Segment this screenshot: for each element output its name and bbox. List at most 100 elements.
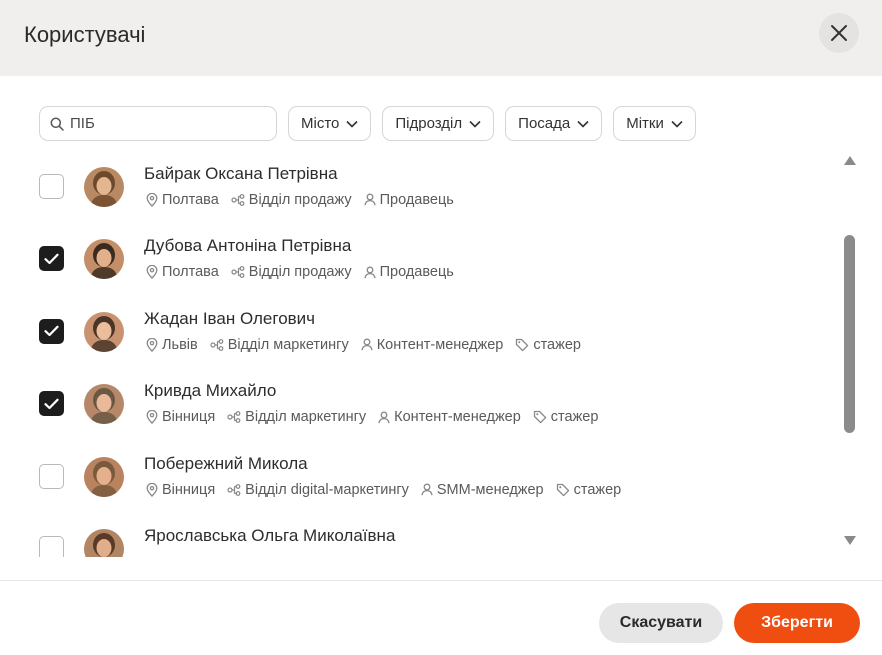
user-tag-label: стажер [533,336,581,353]
user-department-label: Відділ продажу [248,264,352,280]
position-icon [361,338,373,351]
user-row[interactable]: Байрак Оксана Петрівна Полтава Відділ прод… [0,149,835,222]
user-name: Дубова Антоніна Петрівна [144,236,352,255]
user-tag-label: стажер [550,409,599,425]
user-department: Відділ digital-маркетингу [227,482,409,498]
user-position-label: Контент-менеджер [376,336,504,353]
user-department-label: Відділ маркетингу [245,409,367,425]
avatar [84,166,124,207]
user-city-label: Вінниця [162,409,216,425]
close-button[interactable] [819,13,859,53]
location-pin-icon [146,337,158,352]
user-checkbox[interactable] [39,463,64,489]
user-meta: Вінниця Відділ digital-маркетингу SMM-мене… [146,482,633,498]
dialog-title: Користувачі [24,22,146,47]
avatar-photo [84,384,124,424]
department-filter-label: Підрозділ [395,115,463,132]
user-row[interactable]: ТернопільВідділ продажуПродавець [0,141,835,149]
user-position-label: Продавець [379,191,454,208]
tags-filter-dropdown[interactable]: Мітки [613,106,696,141]
user-checkbox[interactable] [39,391,64,416]
user-position-label: Продавець [379,264,454,280]
avatar [84,456,124,497]
user-department: Відділ маркетингу [210,337,349,353]
filters-bar: Місто Підрозділ Посада Мітки [39,106,696,141]
user-meta: Львів Відділ маркетингу Контент-менеджер ст… [146,337,593,353]
department-icon [231,193,245,206]
position-icon [421,483,433,496]
location-pin-icon [146,265,158,279]
user-meta: Вінниця Відділ маркетингу Контент-менеджер… [146,409,610,425]
location-pin-icon [146,192,158,207]
user-department: Відділ маркетингу [227,409,366,425]
user-row[interactable]: Дубова Антоніна Петрівна Полтава Відділ пр… [0,221,835,294]
user-department: Відділ продажу [231,264,352,280]
user-name: Кривда Михайло [144,381,277,400]
user-city-label: Вінниця [162,481,216,498]
user-checkbox[interactable] [39,173,64,199]
user-department: Відділ продажу [231,192,352,208]
department-icon [231,266,245,278]
user-city-label: Полтава [162,191,219,208]
user-department-label: Відділ digital-маркетингу [245,481,409,498]
position-icon [363,193,376,206]
department-icon [227,483,241,496]
cancel-button[interactable]: Скасувати [599,603,723,643]
user-position-label: Контент-менеджер [394,409,521,425]
chevron-down-icon [577,120,589,128]
user-checkbox[interactable] [39,246,64,271]
search-box[interactable] [39,106,277,141]
user-tag: стажер [533,409,599,425]
user-city: Вінниця [146,482,215,498]
city-filter-label: Місто [301,115,340,132]
department-icon [210,338,224,351]
avatar-photo [84,529,124,557]
scrollbar[interactable] [839,150,861,550]
city-filter-dropdown[interactable]: Місто [288,106,372,141]
tag-icon [516,338,529,351]
checkmark-icon [44,253,59,264]
tags-filter-label: Мітки [626,115,664,132]
user-row[interactable]: Кривда Михайло Вінниця Відділ маркетингу Ко… [0,366,835,439]
department-icon [227,411,241,423]
user-department-label: Відділ продажу [248,191,352,208]
tag-icon [556,483,569,496]
user-list: ТернопільВідділ продажуПродавецьБайрак О… [0,141,835,557]
search-input[interactable] [70,115,260,132]
user-row[interactable]: Жадан Іван Олегович Львів Відділ маркетинг… [0,294,835,367]
chevron-down-icon [671,120,683,128]
avatar-photo [84,311,124,352]
user-checkbox[interactable] [39,536,64,557]
position-filter-label: Посада [518,115,571,132]
save-button[interactable]: Зберегти [734,603,860,643]
user-department-label: Відділ маркетингу [227,336,349,353]
avatar-photo [84,166,124,207]
search-icon [50,117,64,131]
scroll-thumb[interactable] [844,235,855,433]
department-filter-dropdown[interactable]: Підрозділ [382,106,495,141]
user-meta: Полтава Відділ продажу Продавець [146,264,466,280]
user-position: Продавець [363,191,454,208]
user-position: Контент-менеджер [361,336,504,353]
user-meta: Полтава Відділ продажу Продавець [146,192,466,208]
dialog-header: Користувачі [0,0,882,76]
user-list-viewport: ТернопільВідділ продажуПродавецьБайрак О… [0,141,835,557]
position-icon [363,266,376,278]
checkmark-icon [44,325,59,337]
avatar-photo [84,456,124,497]
scroll-down-arrow[interactable] [844,536,856,545]
footer-divider [0,580,882,581]
position-filter-dropdown[interactable]: Посада [505,106,603,141]
user-row[interactable]: Ярославська Ольга Миколаївна [0,511,835,557]
user-checkbox[interactable] [39,318,64,344]
user-tag-label: стажер [573,481,622,498]
tag-icon [533,410,547,424]
avatar [84,529,124,557]
user-name: Ярославська Ольга Миколаївна [144,526,396,545]
chevron-down-icon [346,120,358,128]
scroll-up-arrow[interactable] [844,156,856,165]
user-tag: стажер [556,481,622,498]
user-city: Полтава [146,264,219,280]
user-position-label: SMM-менеджер [436,481,544,498]
user-row[interactable]: Побережний Микола Вінниця Відділ digital-м… [0,439,835,512]
